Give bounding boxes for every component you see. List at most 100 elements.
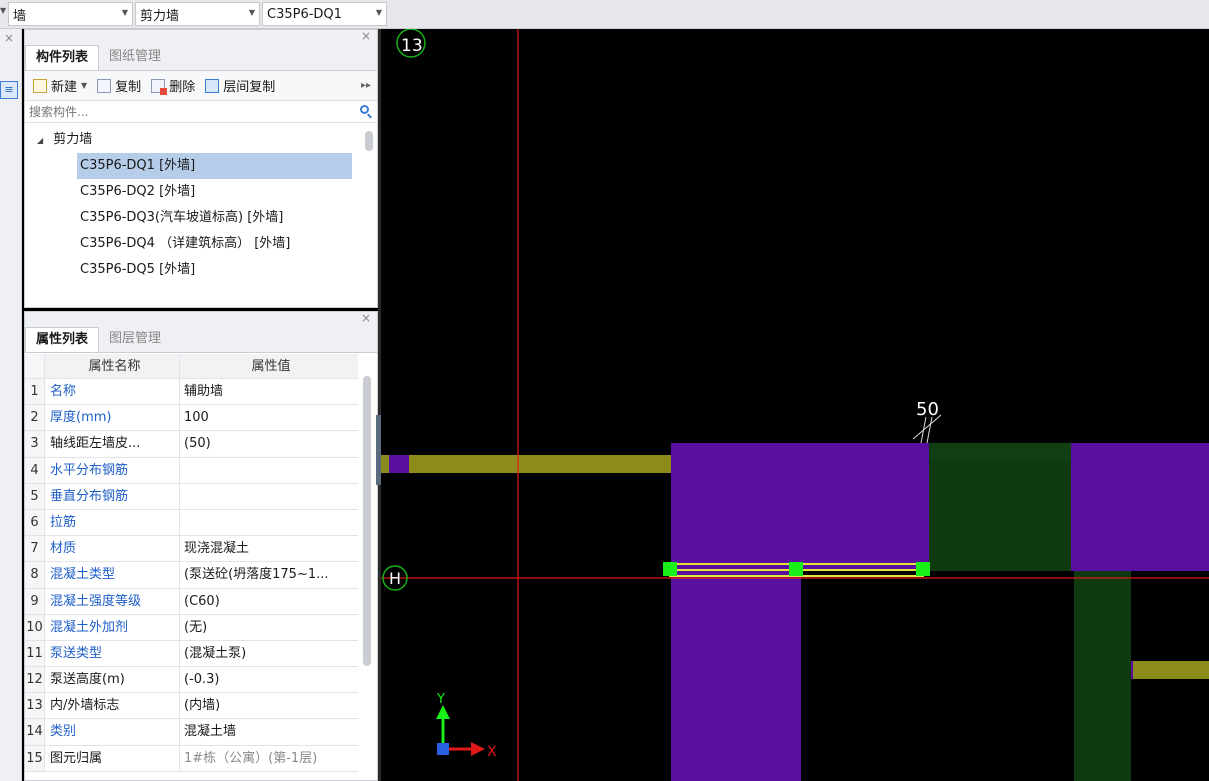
wall-purple-top[interactable]	[671, 443, 931, 571]
more-icon[interactable]: ▸▸	[361, 80, 371, 91]
component-subtype-select[interactable]: 剪力墙 ▼	[135, 2, 260, 26]
wall-green-vertical[interactable]	[1074, 571, 1131, 781]
wall-green-center[interactable]	[929, 443, 1071, 571]
property-value[interactable]: (C60)	[180, 589, 358, 614]
row-number-header	[25, 354, 45, 378]
property-scrollbar[interactable]	[363, 376, 371, 666]
property-row[interactable]: 4 水平分布钢筋	[25, 457, 358, 484]
component-name-select[interactable]: C35P6-DQ1 ▼	[262, 2, 387, 26]
ucs-x-label: X	[487, 744, 497, 760]
property-name: 类别	[45, 719, 180, 745]
property-name: 垂直分布钢筋	[45, 483, 180, 509]
property-name: 混凝土强度等级	[45, 588, 180, 614]
delete-icon	[151, 78, 168, 95]
property-name: 混凝土类型	[45, 562, 180, 588]
collapse-triangle-icon[interactable]: ◢	[37, 136, 43, 145]
property-icon[interactable]: ≡	[0, 81, 18, 99]
wall-end-purple[interactable]	[389, 455, 409, 473]
property-name: 泵送高度(m)	[45, 667, 180, 693]
property-row[interactable]: 14 类别 混凝土墙	[25, 719, 358, 746]
grip-mid[interactable]	[789, 562, 803, 576]
tab-drawing-management[interactable]: 图纸管理	[99, 44, 171, 70]
grip-end[interactable]	[916, 562, 930, 576]
dimension-label: 50	[916, 399, 939, 420]
property-row-number: 15	[25, 745, 45, 771]
property-row[interactable]: 13 内/外墙标志 (内墙)	[25, 693, 358, 720]
component-search	[25, 101, 377, 123]
grid-label-13: 13	[401, 36, 423, 56]
wall-olive-left[interactable]	[381, 455, 671, 473]
layer-copy-button[interactable]: 层间复制	[205, 76, 275, 95]
component-name-value: C35P6-DQ1	[267, 6, 342, 22]
drawing-canvas[interactable]: 13 H 50 Y X	[381, 29, 1209, 781]
property-row-number: 8	[25, 562, 45, 588]
property-row-number: 6	[25, 509, 45, 536]
property-row[interactable]: 3 轴线距左墙皮... (50)	[25, 431, 358, 458]
tab-component-list[interactable]: 构件列表	[25, 45, 100, 70]
property-value[interactable]: 辅助墙	[180, 379, 358, 404]
wall-purple-right[interactable]	[1071, 443, 1209, 571]
property-row[interactable]: 2 厚度(mm) 100	[25, 405, 358, 432]
tree-item[interactable]: C35P6-DQ3(汽车坡道标高) [外墙]	[77, 205, 352, 231]
tree-item[interactable]: C35P6-DQ5 [外墙]	[77, 257, 352, 275]
property-row-number: 13	[25, 693, 45, 719]
close-icon[interactable]: ×	[361, 29, 371, 43]
new-button[interactable]: 新建 ▼	[33, 76, 87, 95]
tab-property-list[interactable]: 属性列表	[25, 327, 100, 352]
property-value-header: 属性值	[251, 359, 291, 374]
copy-button[interactable]: 复制	[97, 76, 141, 95]
close-icon[interactable]: ×	[361, 311, 371, 325]
dimension-ext	[920, 416, 927, 444]
property-value[interactable]: (泵送砼(坍落度175~1...	[180, 562, 358, 587]
property-row[interactable]: 15 图元归属 1#栋（公寓）(第-1层)	[25, 745, 358, 772]
tree-group-label: 剪力墙	[53, 132, 93, 147]
chevron-down-icon: ▼	[248, 8, 255, 17]
wall-purple-left[interactable]	[671, 571, 801, 781]
property-value[interactable]: (50)	[180, 431, 358, 456]
delete-button[interactable]: 删除	[151, 76, 195, 95]
property-value[interactable]: (内墙)	[180, 693, 358, 718]
property-value[interactable]: 1#栋（公寓）(第-1层)	[180, 746, 358, 771]
property-row[interactable]: 8 混凝土类型 (泵送砼(坍落度175~1...	[25, 562, 358, 589]
property-value[interactable]	[180, 458, 358, 483]
search-input[interactable]	[29, 104, 349, 119]
chevron-down-icon[interactable]: ▼	[0, 6, 6, 15]
property-value[interactable]: (混凝土泵)	[180, 641, 358, 666]
component-type-select[interactable]: 墙 ▼	[8, 2, 133, 26]
drawing-svg[interactable]: 13 H 50 Y X	[381, 29, 1209, 781]
property-name: 材质	[45, 536, 180, 562]
property-row[interactable]: 5 垂直分布钢筋	[25, 483, 358, 510]
tree-scrollbar[interactable]	[365, 131, 373, 151]
property-value[interactable]: (无)	[180, 615, 358, 640]
tree-group-shear-wall[interactable]: ◢ 剪力墙	[37, 127, 92, 153]
property-value[interactable]: 混凝土墙	[180, 719, 358, 744]
close-icon[interactable]: ×	[4, 31, 14, 45]
property-name: 水平分布钢筋	[45, 457, 180, 483]
property-row[interactable]: 1 名称 辅助墙	[25, 379, 358, 406]
tab-layer-management[interactable]: 图层管理	[99, 326, 171, 352]
property-value[interactable]: 100	[180, 405, 358, 430]
tree-item[interactable]: C35P6-DQ4 （详建筑标高） [外墙]	[77, 231, 352, 257]
property-value[interactable]	[180, 510, 358, 535]
property-row[interactable]: 7 材质 现浇混凝土	[25, 536, 358, 563]
property-row[interactable]: 9 混凝土强度等级 (C60)	[25, 588, 358, 615]
property-value[interactable]: 现浇混凝土	[180, 536, 358, 561]
property-row[interactable]: 11 泵送类型 (混凝土泵)	[25, 640, 358, 668]
property-row[interactable]: 6 拉筋	[25, 509, 358, 537]
component-tabs: 构件列表 图纸管理	[25, 44, 377, 71]
property-name: 拉筋	[45, 509, 180, 536]
tree-item[interactable]: C35P6-DQ2 [外墙]	[77, 179, 352, 205]
property-value[interactable]: (-0.3)	[180, 667, 358, 692]
component-list-panel: × 构件列表 图纸管理 新建 ▼ 复制 删除 层间复制 ▸▸ ◢ 剪力墙	[24, 29, 378, 308]
grip-start[interactable]	[663, 562, 677, 576]
property-tabs: 属性列表 图层管理	[25, 326, 377, 353]
property-row[interactable]: 10 混凝土外加剂 (无)	[25, 614, 358, 641]
property-name: 轴线距左墙皮...	[45, 431, 180, 457]
property-name: 名称	[45, 379, 180, 405]
panel-header: ×	[25, 311, 377, 326]
property-row[interactable]: 12 泵送高度(m) (-0.3)	[25, 667, 358, 694]
tree-item[interactable]: C35P6-DQ1 [外墙]	[77, 153, 352, 179]
property-value[interactable]	[180, 484, 358, 509]
search-icon[interactable]	[360, 105, 369, 114]
wall-green-cap[interactable]	[931, 443, 1071, 461]
